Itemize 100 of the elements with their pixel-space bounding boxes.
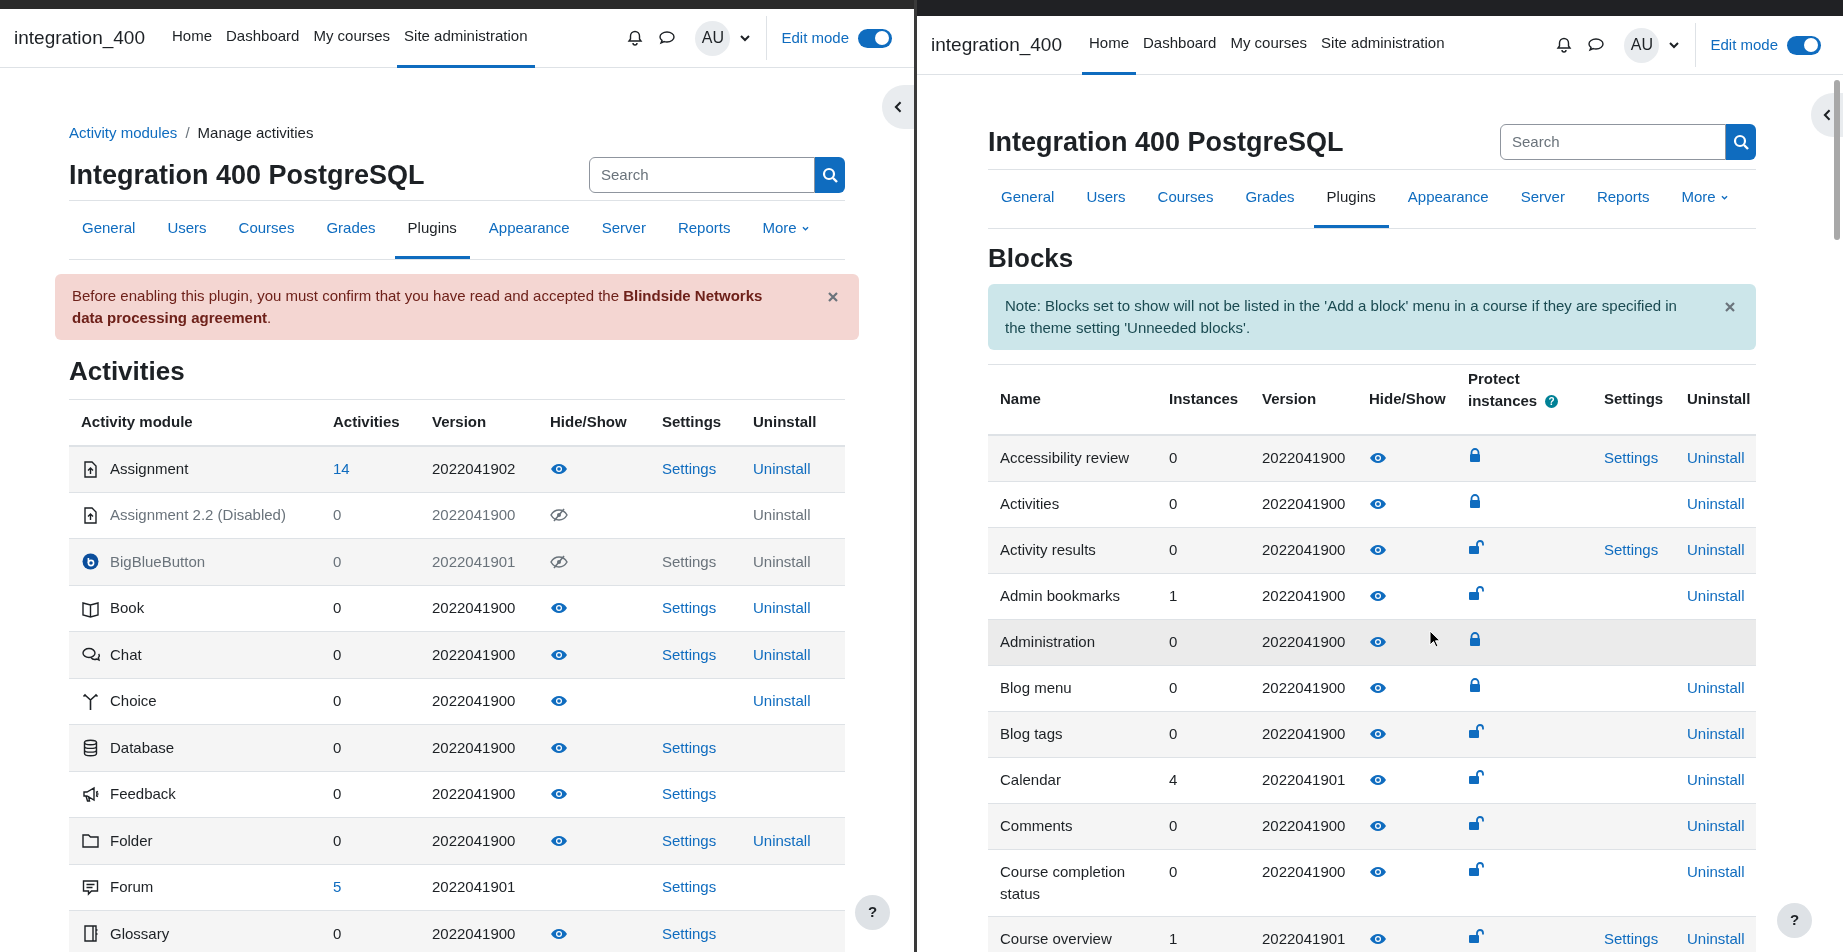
drawer-toggle[interactable]	[882, 85, 914, 129]
eye-icon[interactable]	[1369, 496, 1387, 511]
breadcrumb-item[interactable]: Activity modules	[69, 122, 178, 145]
link[interactable]: Settings	[1604, 449, 1659, 466]
link[interactable]: Settings	[1604, 540, 1659, 558]
eye-icon[interactable]	[550, 740, 568, 755]
eye-icon[interactable]	[550, 787, 568, 802]
tab[interactable]: Courses	[1144, 169, 1227, 228]
tab[interactable]: Server	[1507, 169, 1578, 228]
open-padlock-icon[interactable]	[1468, 723, 1484, 739]
tab[interactable]: Courses	[225, 201, 308, 259]
tab[interactable]: Reports	[1583, 169, 1663, 228]
nav-link[interactable]: Site administration	[397, 9, 535, 68]
padlock-icon[interactable]	[1468, 631, 1482, 647]
tab[interactable]: Users	[1073, 169, 1139, 228]
tab[interactable]: Appearance	[475, 201, 583, 259]
tab[interactable]: Appearance	[1394, 169, 1502, 228]
link[interactable]: Uninstall	[753, 831, 811, 849]
help-button[interactable]: ?	[1777, 903, 1812, 938]
search-field[interactable]: Search	[1500, 124, 1726, 161]
eye-icon[interactable]	[1369, 542, 1387, 557]
link[interactable]: Uninstall	[753, 459, 811, 477]
link[interactable]: Settings	[662, 459, 717, 477]
open-padlock-icon[interactable]	[1468, 928, 1484, 944]
link[interactable]: Uninstall	[1687, 929, 1745, 947]
link[interactable]: Uninstall	[753, 692, 811, 709]
eye-icon[interactable]	[550, 462, 568, 476]
nav-link[interactable]: My courses	[306, 9, 398, 68]
tab[interactable]: Server	[588, 201, 659, 259]
scrollbar-thumb[interactable]	[1834, 80, 1840, 240]
search-field[interactable]: Search	[589, 156, 815, 193]
toggle-switch[interactable]	[858, 28, 892, 48]
eye-icon[interactable]	[550, 694, 568, 709]
nav-link[interactable]: Dashboard	[1136, 16, 1224, 75]
link[interactable]: Settings	[662, 831, 717, 849]
eye-icon[interactable]	[1369, 931, 1387, 946]
search-button[interactable]	[1726, 124, 1756, 161]
tab[interactable]: Grades	[313, 201, 389, 259]
nav-link[interactable]: Home	[165, 9, 219, 68]
tab[interactable]: Reports	[664, 201, 744, 259]
eye-icon[interactable]	[550, 926, 568, 941]
eye-icon[interactable]	[1369, 726, 1387, 741]
user-avatar[interactable]: AU	[695, 20, 731, 56]
eye-icon[interactable]	[550, 601, 568, 616]
open-padlock-icon[interactable]	[1468, 539, 1484, 555]
link[interactable]: Settings	[662, 738, 717, 756]
help-button[interactable]: ?	[855, 895, 890, 930]
open-padlock-icon[interactable]	[1468, 815, 1484, 831]
link[interactable]: Settings	[662, 785, 717, 802]
nav-link[interactable]: Home	[1082, 16, 1136, 75]
padlock-icon[interactable]	[1468, 493, 1482, 509]
open-padlock-icon[interactable]	[1468, 861, 1484, 877]
link[interactable]: Settings	[662, 599, 717, 616]
tab[interactable]: Grades	[1232, 169, 1308, 228]
link[interactable]: Uninstall	[1687, 449, 1745, 466]
eye-icon[interactable]	[550, 833, 568, 848]
eye-icon[interactable]	[1369, 451, 1387, 465]
open-padlock-icon[interactable]	[1468, 585, 1484, 601]
close-button[interactable]	[1723, 299, 1737, 314]
padlock-icon[interactable]	[1468, 448, 1482, 463]
link[interactable]: Uninstall	[1687, 494, 1745, 512]
tab[interactable]: Users	[154, 201, 220, 259]
link[interactable]: Uninstall	[753, 599, 811, 616]
link[interactable]: Settings	[662, 924, 717, 942]
eye-icon[interactable]	[1369, 864, 1387, 879]
open-padlock-icon[interactable]	[1468, 769, 1484, 785]
eye-icon[interactable]	[1369, 588, 1387, 603]
link[interactable]: Settings	[1604, 929, 1659, 947]
link[interactable]: Uninstall	[753, 645, 811, 663]
padlock-icon[interactable]	[1468, 677, 1482, 693]
eye-icon[interactable]	[1369, 680, 1387, 695]
link[interactable]: Uninstall	[1687, 724, 1745, 742]
link[interactable]: Uninstall	[1687, 540, 1745, 558]
link[interactable]: Uninstall	[1687, 816, 1745, 834]
eye-icon[interactable]	[1369, 634, 1387, 649]
link[interactable]: Settings	[662, 645, 717, 663]
link[interactable]: 14	[333, 459, 350, 477]
tab[interactable]: Plugins	[1313, 169, 1389, 228]
tab[interactable]: Plugins	[394, 201, 470, 259]
link[interactable]: Uninstall	[1687, 586, 1745, 604]
eye-icon[interactable]	[1369, 772, 1387, 787]
nav-link[interactable]: My courses	[1223, 16, 1315, 75]
close-button[interactable]	[826, 290, 840, 304]
eye-icon[interactable]	[1369, 818, 1387, 833]
help-icon[interactable]: ?	[1545, 395, 1558, 409]
nav-link[interactable]: Dashboard	[219, 9, 307, 68]
site-name[interactable]: integration_400	[14, 23, 145, 53]
nav-link[interactable]: Site administration	[1314, 16, 1452, 75]
link[interactable]: Uninstall	[1687, 862, 1745, 880]
link[interactable]: Settings	[662, 878, 717, 895]
link[interactable]: Uninstall	[1687, 770, 1745, 788]
tab[interactable]: More	[1668, 169, 1742, 228]
link[interactable]: 5	[333, 878, 342, 895]
site-name[interactable]: integration_400	[931, 30, 1062, 60]
search-button[interactable]	[815, 156, 845, 193]
user-avatar[interactable]: AU	[1624, 27, 1660, 63]
link[interactable]: Uninstall	[1687, 678, 1745, 696]
eye-icon[interactable]	[550, 647, 568, 662]
tab[interactable]: More	[749, 201, 823, 259]
toggle-switch[interactable]	[1787, 35, 1821, 55]
